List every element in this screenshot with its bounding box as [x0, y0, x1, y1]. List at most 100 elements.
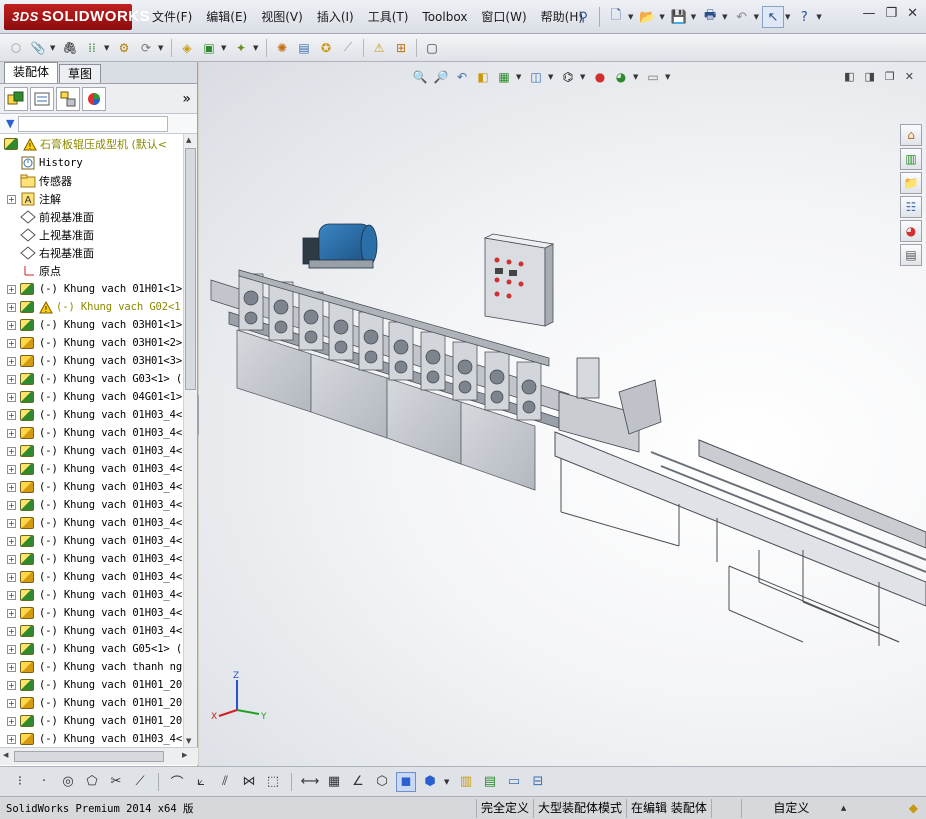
viewport-restore-icon[interactable]: ❐ [885, 70, 895, 83]
expand-plus-icon[interactable]: + [7, 500, 16, 510]
expand-tabs-icon[interactable]: » [182, 91, 191, 107]
tree-item[interactable]: 前视基准面 [0, 208, 183, 226]
new-dropdown-icon[interactable]: ▼ [628, 13, 633, 21]
tree-item[interactable]: + (-) Khung vach 01H03_4< [0, 568, 183, 586]
scroll-down-icon[interactable]: ▼ [186, 737, 191, 745]
tree-item[interactable]: + (-) Khung vach thanh ng [0, 658, 183, 676]
expand-plus-icon[interactable]: + [7, 554, 16, 564]
h-scrollbar-thumb[interactable] [14, 751, 164, 762]
tree-item[interactable]: + (-) Khung vach 01H03_4< [0, 550, 183, 568]
expand-plus-icon[interactable]: + [7, 716, 16, 726]
linear-pattern-icon[interactable]: ⁞⁞ [82, 38, 102, 58]
property-manager-tab-icon[interactable] [30, 86, 54, 111]
select-cursor-icon[interactable]: ↖ [761, 6, 784, 28]
menu-window[interactable]: 窗口(W) [474, 0, 533, 34]
pattern-dropdown-icon[interactable]: ▼ [104, 44, 112, 52]
tree-item[interactable]: + (-) Khung vach 01H03_4< [0, 514, 183, 532]
tree-item[interactable]: + (-) Khung vach 01H03_4< [0, 460, 183, 478]
display-style-icon[interactable]: ⌬ [559, 68, 577, 86]
trim-icon[interactable]: ✂ [106, 772, 126, 792]
tree-item[interactable]: + (-) Khung vach 01H03_4< [0, 424, 183, 442]
expand-plus-icon[interactable]: + [7, 518, 16, 528]
solidworks-resources-icon[interactable]: ⌂ [900, 124, 922, 146]
new-motion-study-icon[interactable]: ✺ [272, 38, 292, 58]
open-dropdown-icon[interactable]: ▼ [659, 13, 664, 21]
mirror-icon[interactable]: ⋈ [239, 772, 259, 792]
tree-item[interactable]: + (-) Khung vach 01H03_4< [0, 622, 183, 640]
tree-item[interactable]: + A 注解 [0, 190, 183, 208]
3d-box-icon[interactable]: ⬡ [372, 772, 392, 792]
move-component-icon[interactable]: ⟳ [136, 38, 156, 58]
expand-plus-icon[interactable]: + [7, 608, 16, 618]
tree-item[interactable]: + (-) Khung vach 01H03_4< [0, 496, 183, 514]
tree-item[interactable]: + (-) Khung vach 01H01<1> [0, 280, 183, 298]
status-units-custom[interactable]: 自定义 [740, 798, 841, 818]
tree-item[interactable]: 右视基准面 [0, 244, 183, 262]
undo-icon[interactable]: ↶ [731, 6, 753, 28]
insert-component-icon[interactable]: ⬡ [6, 38, 26, 58]
expand-plus-icon[interactable]: + [7, 482, 16, 492]
expand-plus-icon[interactable]: + [7, 662, 16, 672]
mate-dropdown-icon[interactable]: ▼ [50, 44, 58, 52]
units-dropdown-icon[interactable]: ▲ [841, 804, 849, 812]
viewport-right-icon[interactable]: ◨ [865, 70, 875, 83]
viewport-close-icon[interactable]: ✕ [905, 70, 914, 83]
help-dropdown-icon[interactable]: ▼ [816, 13, 821, 21]
configuration-manager-tab-icon[interactable] [56, 86, 80, 111]
clearance-verification-icon[interactable]: ⊞ [391, 38, 411, 58]
view-palette-icon[interactable]: ☷ [900, 196, 922, 218]
scroll-left-icon[interactable]: ◀ [3, 751, 8, 759]
offset-icon[interactable]: ⫽ [215, 772, 235, 792]
expand-plus-icon[interactable]: + [7, 410, 16, 420]
tree-item[interactable]: + (-) Khung vach 01H01_20 [0, 712, 183, 730]
exploded-view-icon[interactable]: ✪ [316, 38, 336, 58]
filter-icon[interactable]: ▼ [6, 117, 14, 130]
tree-item[interactable]: + (-) Khung vach G03<1> ( [0, 370, 183, 388]
custom-properties-icon[interactable]: ▤ [900, 244, 922, 266]
angle-icon[interactable]: ∠ [348, 772, 368, 792]
window-layout-icon[interactable]: ▭ [504, 772, 524, 792]
tree-item[interactable]: + (-) Khung vach 01H03_4< [0, 442, 183, 460]
menu-toolbox[interactable]: Toolbox [415, 0, 474, 34]
assembly-features-icon[interactable]: ▣ [199, 38, 219, 58]
point-icon[interactable]: · [34, 772, 54, 792]
expand-plus-icon[interactable]: + [7, 464, 16, 474]
minimize-icon[interactable]: — [862, 6, 875, 21]
expand-plus-icon[interactable]: + [7, 338, 16, 348]
save-dropdown-icon[interactable]: ▼ [691, 13, 696, 21]
expand-plus-icon[interactable]: + [7, 590, 16, 600]
tree-item[interactable]: + (-) Khung vach 04G01<1> [0, 388, 183, 406]
graphics-area[interactable]: 🔍 🔎 ↶ ◧ ▦ ▼ ◫ ▼ ⌬ ▼ ● ◕ ▼ ▭ ▼ ◧ ◨ ❐ ✕ ⌂ ▥ 📁 ☷… [199, 62, 926, 766]
bill-of-materials-icon[interactable]: ▤ [294, 38, 314, 58]
expand-plus-icon[interactable]: + [7, 356, 16, 366]
zoom-to-area-icon[interactable]: 🔎 [432, 68, 450, 86]
solidworks-logo[interactable]: 3DS SOLIDWORKS [4, 4, 150, 30]
menu-file[interactable]: 文件(F) [145, 0, 199, 34]
view-orientation-icon[interactable]: ◫ [527, 68, 545, 86]
rebuild-tag-icon[interactable]: ◆ [909, 801, 918, 815]
view-settings-icon[interactable]: ▭ [644, 68, 662, 86]
print-dropdown-icon[interactable]: ▼ [722, 13, 727, 21]
expand-plus-icon[interactable]: + [7, 302, 16, 312]
menu-tools[interactable]: 工具(T) [361, 0, 416, 34]
expand-plus-icon[interactable]: + [7, 284, 16, 294]
edit-appearance-icon[interactable]: ● [591, 68, 609, 86]
roll-forming-machine-model[interactable] [199, 62, 926, 766]
previous-view-icon[interactable]: ↶ [453, 68, 471, 86]
pin-icon[interactable]: ⚲ [572, 6, 594, 28]
show-hidden-icon[interactable]: ◈ [177, 38, 197, 58]
tree-item[interactable]: 传感器 [0, 172, 183, 190]
undo-dropdown-icon[interactable]: ▼ [754, 13, 759, 21]
tree-filter-input[interactable] [18, 115, 169, 132]
convert-entities-icon[interactable]: ⬚ [263, 772, 283, 792]
display-manager-tab-icon[interactable] [82, 86, 106, 111]
tree-item[interactable]: + (-) Khung vach 01H03_4< [0, 730, 183, 747]
appearances-scenes-icon[interactable]: ◕ [900, 220, 922, 242]
tree-vertical-scrollbar[interactable]: ▲ ▼ [183, 134, 197, 747]
display-mode-dropdown-icon[interactable]: ▼ [444, 778, 452, 786]
tree-item[interactable]: +! (-) Khung vach G02<1 [0, 298, 183, 316]
tree-item[interactable]: + (-) Khung vach 01H03_4< [0, 478, 183, 496]
grid-icon[interactable]: ▦ [324, 772, 344, 792]
fillet-icon[interactable]: ⌒ [167, 772, 187, 792]
scroll-up-icon[interactable]: ▲ [186, 136, 191, 144]
